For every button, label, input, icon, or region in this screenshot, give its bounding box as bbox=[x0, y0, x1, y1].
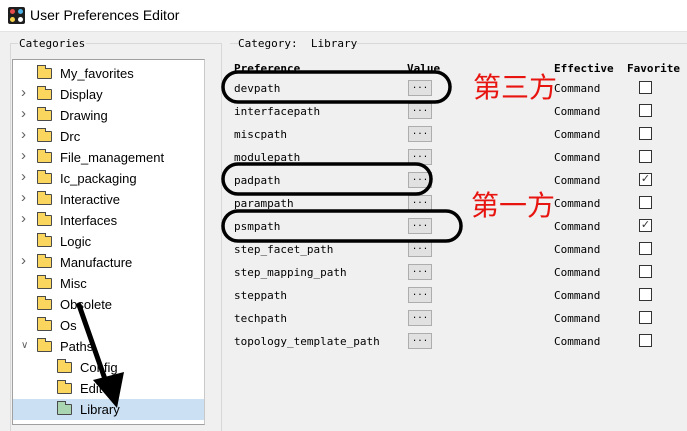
preference-row-steppath: steppath... Command bbox=[0, 285, 687, 308]
preference-name: topology_template_path bbox=[234, 335, 380, 348]
effective-value: Command bbox=[554, 312, 600, 325]
window-title: User Preferences Editor bbox=[30, 7, 179, 23]
effective-value: Command bbox=[554, 220, 600, 233]
title-bar: User Preferences Editor bbox=[0, 0, 687, 32]
category-header: Category: Library bbox=[238, 37, 357, 50]
favorite-checkbox[interactable] bbox=[639, 265, 652, 278]
favorite-checkbox[interactable] bbox=[639, 196, 652, 209]
favorite-checkbox[interactable] bbox=[639, 127, 652, 140]
preference-name: parampath bbox=[234, 197, 294, 210]
folder-icon bbox=[57, 383, 72, 394]
browse-value-button[interactable]: ... bbox=[408, 103, 432, 119]
effective-value: Command bbox=[554, 289, 600, 302]
browse-value-button[interactable]: ... bbox=[408, 126, 432, 142]
preference-name: padpath bbox=[234, 174, 280, 187]
preference-name: step_facet_path bbox=[234, 243, 333, 256]
app-icon bbox=[8, 7, 25, 24]
annotation-first-party: 第一方 bbox=[471, 184, 555, 224]
tree-item-config[interactable]: Config bbox=[13, 357, 204, 378]
preference-name: modulepath bbox=[234, 151, 300, 164]
tree-item-library[interactable]: Library bbox=[13, 399, 204, 420]
effective-value: Command bbox=[554, 105, 600, 118]
categories-label: Categories bbox=[18, 37, 86, 50]
favorite-checkbox[interactable]: ✓ bbox=[639, 173, 652, 186]
effective-value: Command bbox=[554, 197, 600, 210]
effective-value: Command bbox=[554, 128, 600, 141]
browse-value-button[interactable]: ... bbox=[408, 80, 432, 96]
favorite-checkbox[interactable] bbox=[639, 81, 652, 94]
tree-item-editor[interactable]: Editor bbox=[13, 378, 204, 399]
preference-row-devpath: devpath... Command bbox=[0, 78, 687, 101]
effective-value: Command bbox=[554, 174, 600, 187]
preference-row-interfacepath: interfacepath... Command bbox=[0, 101, 687, 124]
favorite-checkbox[interactable] bbox=[639, 311, 652, 324]
browse-value-button[interactable]: ... bbox=[408, 287, 432, 303]
column-favorite: Favorite bbox=[627, 62, 680, 75]
browse-value-button[interactable]: ... bbox=[408, 333, 432, 349]
preference-name: psmpath bbox=[234, 220, 280, 233]
preference-row-psmpath: psmpath... Command ✓ bbox=[0, 216, 687, 239]
preference-name: interfacepath bbox=[234, 105, 320, 118]
favorite-checkbox[interactable] bbox=[639, 242, 652, 255]
browse-value-button[interactable]: ... bbox=[408, 241, 432, 257]
column-value: Value bbox=[407, 62, 440, 75]
column-effective: Effective bbox=[554, 62, 614, 75]
effective-value: Command bbox=[554, 335, 600, 348]
effective-value: Command bbox=[554, 82, 600, 95]
favorite-checkbox[interactable] bbox=[639, 104, 652, 117]
preference-row-modulepath: modulepath... Command bbox=[0, 147, 687, 170]
browse-value-button[interactable]: ... bbox=[408, 310, 432, 326]
preference-row-techpath: techpath... Command bbox=[0, 308, 687, 331]
preference-name: steppath bbox=[234, 289, 287, 302]
folder-icon bbox=[57, 404, 72, 415]
category-label: Category: bbox=[238, 37, 298, 50]
favorite-checkbox[interactable] bbox=[639, 288, 652, 301]
favorite-checkbox[interactable]: ✓ bbox=[639, 219, 652, 232]
preference-row-topology_template_path: topology_template_path... Command bbox=[0, 331, 687, 354]
preference-name: miscpath bbox=[234, 128, 287, 141]
column-preference: Preference bbox=[234, 62, 300, 75]
browse-value-button[interactable]: ... bbox=[408, 218, 432, 234]
annotation-third-party: 第三方 bbox=[473, 66, 557, 106]
effective-value: Command bbox=[554, 243, 600, 256]
preference-name: devpath bbox=[234, 82, 280, 95]
preference-row-step_mapping_path: step_mapping_path... Command bbox=[0, 262, 687, 285]
browse-value-button[interactable]: ... bbox=[408, 149, 432, 165]
preference-name: techpath bbox=[234, 312, 287, 325]
category-value: Library bbox=[311, 37, 357, 50]
browse-value-button[interactable]: ... bbox=[408, 264, 432, 280]
favorite-checkbox[interactable] bbox=[639, 334, 652, 347]
preference-row-padpath: padpath... Command ✓ bbox=[0, 170, 687, 193]
tree-item-label: Config bbox=[80, 360, 118, 375]
favorite-checkbox[interactable] bbox=[639, 150, 652, 163]
preference-row-step_facet_path: step_facet_path... Command bbox=[0, 239, 687, 262]
effective-value: Command bbox=[554, 266, 600, 279]
folder-icon bbox=[57, 362, 72, 373]
preference-row-parampath: parampath... Command bbox=[0, 193, 687, 216]
preference-name: step_mapping_path bbox=[234, 266, 347, 279]
tree-item-label: Editor bbox=[80, 381, 114, 396]
effective-value: Command bbox=[554, 151, 600, 164]
preference-row-miscpath: miscpath... Command bbox=[0, 124, 687, 147]
browse-value-button[interactable]: ... bbox=[408, 172, 432, 188]
browse-value-button[interactable]: ... bbox=[408, 195, 432, 211]
tree-item-label: Library bbox=[80, 402, 120, 417]
